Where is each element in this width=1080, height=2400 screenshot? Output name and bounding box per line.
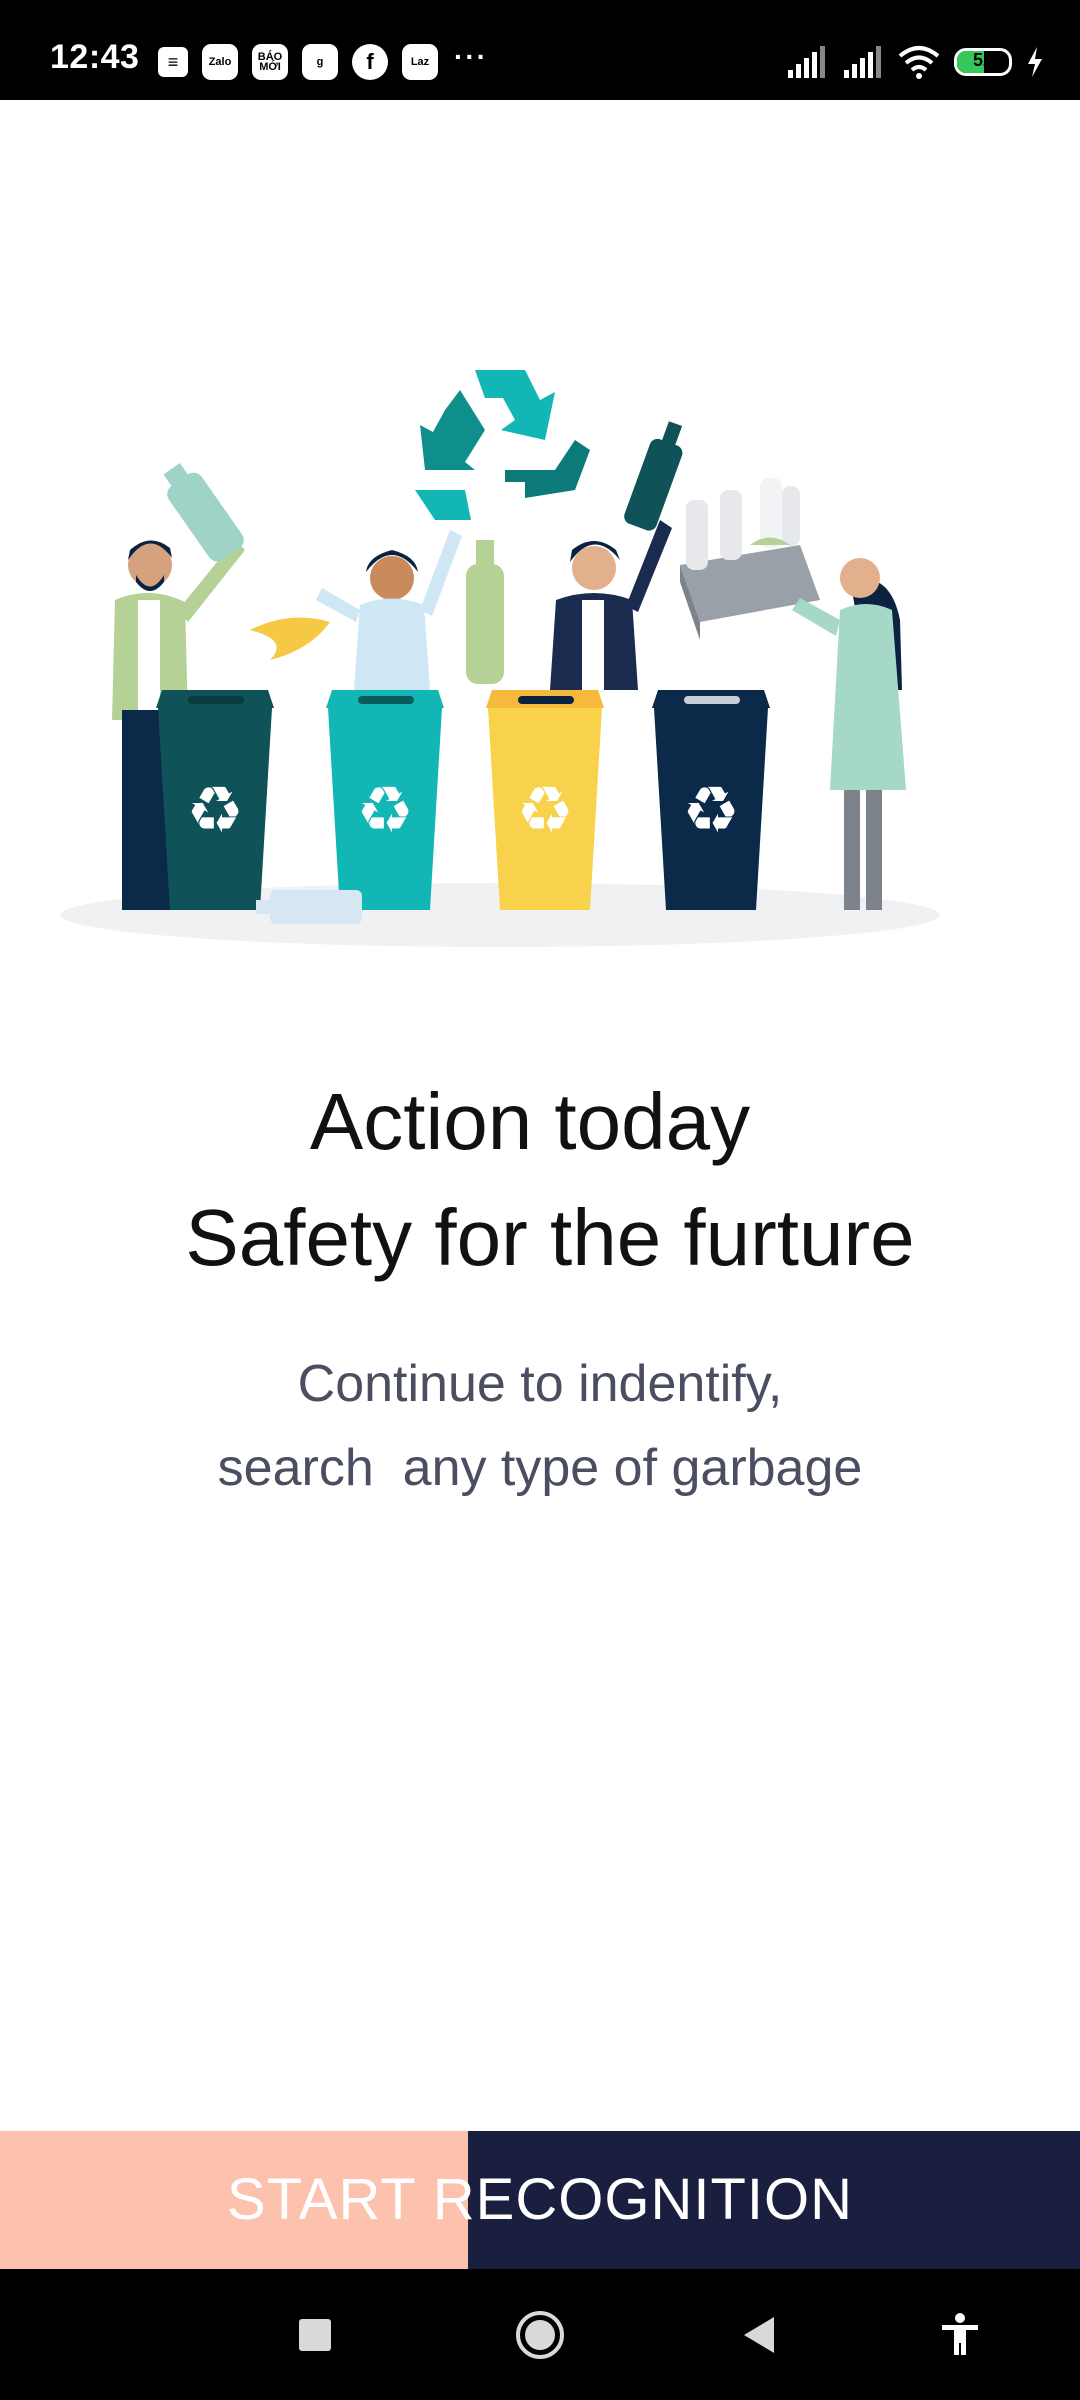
start-recognition-button[interactable]: START RECOGNITION (0, 2131, 1080, 2269)
zalo-icon: Zalo (202, 44, 238, 80)
recents-button[interactable] (255, 2269, 375, 2400)
svg-text:♻: ♻ (516, 774, 573, 848)
system-icons: 52 (786, 44, 1044, 80)
recents-icon (299, 2318, 331, 2351)
navigation-bar (0, 2269, 1080, 2400)
accessibility-icon (942, 2312, 978, 2355)
bin-yellow: ♻ (486, 690, 604, 910)
subtitle-line-1: Continue to indentify, (297, 1355, 783, 1413)
headline-line-2: Safety for the furture (185, 1193, 915, 1282)
home-button[interactable] (480, 2269, 600, 2400)
back-button[interactable] (700, 2269, 820, 2400)
lazada-icon: Laz (402, 44, 438, 80)
doc-icon: ≡ (158, 47, 188, 77)
green-bottle (466, 540, 504, 684)
more-notifications-icon: ··· (454, 41, 488, 72)
charging-icon (1028, 47, 1042, 77)
person-woman-banana (250, 530, 462, 690)
svg-text:♻: ♻ (186, 774, 243, 848)
recycle-symbol-icon (415, 370, 590, 520)
bin-navy: ♻ (652, 690, 770, 910)
wifi-icon (898, 46, 940, 79)
facebook-icon: f (352, 44, 388, 80)
floor-bottle (256, 890, 362, 924)
subtitle-line-2: search any type of garbage (217, 1439, 863, 1497)
status-bar: 12:43 ≡ Zalo BÁO MỚI g f Laz ··· 52 (0, 0, 1080, 100)
start-recognition-label: START RECOGNITION (226, 2167, 854, 2232)
bin-turquoise: ♻ (326, 690, 444, 910)
status-time: 12:43 (50, 38, 140, 76)
person-woman-right (792, 558, 906, 910)
home-icon (516, 2310, 564, 2359)
back-icon (744, 2316, 774, 2353)
baomoi-icon: BÁO MỚI (252, 44, 288, 80)
signal-icon-2 (844, 46, 881, 78)
screen: 12:43 ≡ Zalo BÁO MỚI g f Laz ··· 52 ♻ ♻ … (0, 0, 1080, 2400)
svg-text:♻: ♻ (682, 774, 739, 848)
notification-icons: ≡ Zalo BÁO MỚI g f Laz ··· (158, 41, 488, 80)
g-app-icon: g (302, 44, 338, 80)
headline-line-1: Action today (309, 1077, 751, 1166)
battery-level: 52 (972, 50, 994, 70)
accessibility-button[interactable] (900, 2269, 1020, 2400)
signal-icon (788, 46, 825, 78)
svg-text:♻: ♻ (356, 774, 413, 848)
cardboard-box (680, 478, 820, 640)
recycling-people-illustration: ♻ ♻ ♻ ♻ (60, 370, 940, 947)
battery-icon: 52 (954, 48, 1012, 76)
bin-dark-teal: ♻ (156, 690, 274, 910)
